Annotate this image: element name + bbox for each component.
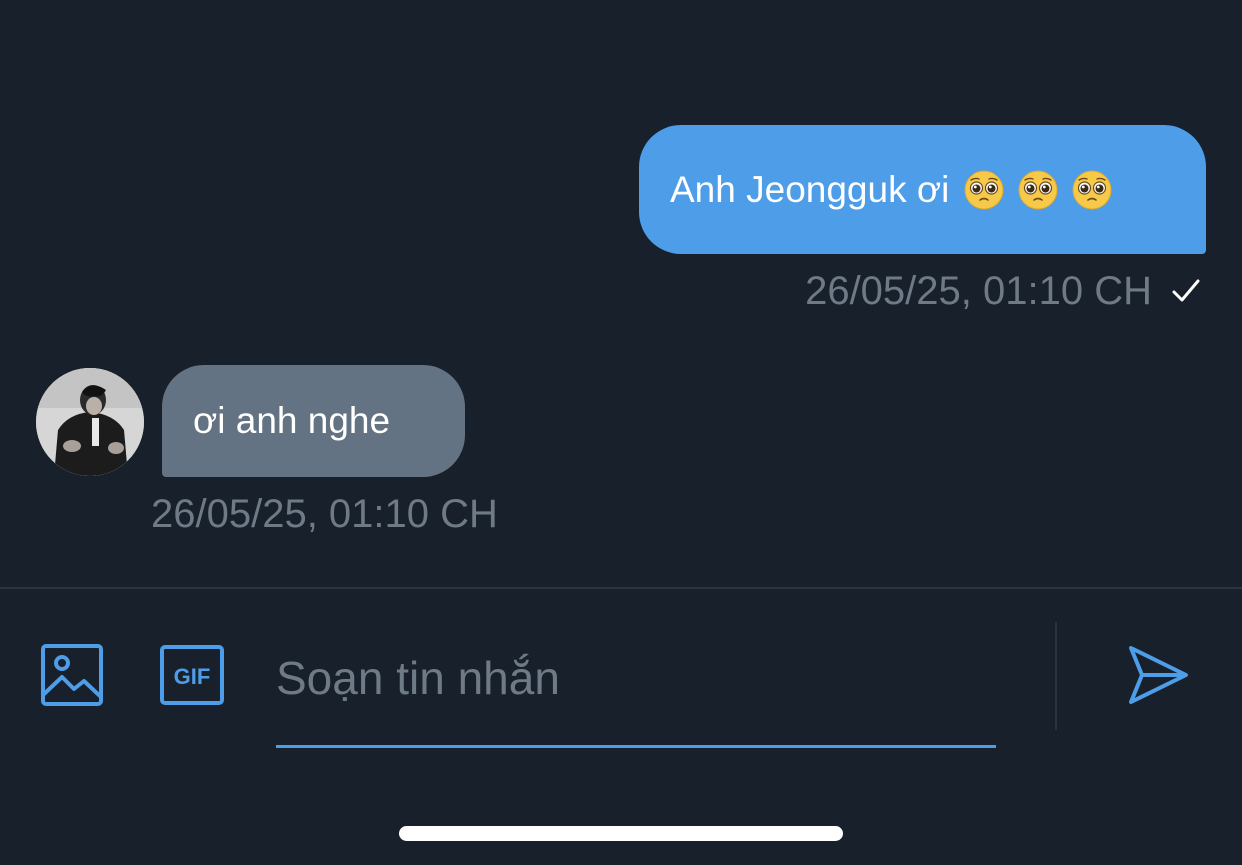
pleading-face-emoji: [1072, 170, 1112, 209]
image-button[interactable]: [40, 643, 104, 707]
image-icon: [41, 644, 103, 706]
pleading-face-emoji: [964, 170, 1004, 209]
composer-divider: [0, 587, 1242, 589]
message-input[interactable]: [276, 640, 996, 716]
avatar-photo: [36, 368, 144, 476]
gif-icon: GIF: [160, 645, 224, 705]
pleading-face-emoji: [1018, 170, 1058, 209]
received-message-timestamp: 26/05/25, 01:10 CH: [151, 491, 498, 536]
chat-screen: Anh Jeongguk ơi 26/05/25, 01:10 CH ơi an…: [0, 0, 1242, 865]
home-indicator[interactable]: [399, 826, 843, 841]
sent-message-timestamp: 26/05/25, 01:10 CH: [805, 268, 1152, 313]
gif-label: GIF: [174, 664, 211, 689]
avatar[interactable]: [36, 368, 144, 476]
gif-button[interactable]: GIF: [159, 644, 225, 706]
input-underline: [276, 745, 996, 748]
received-message-bubble[interactable]: ơi anh nghe: [162, 365, 465, 477]
sent-message-bubble[interactable]: Anh Jeongguk ơi: [639, 125, 1206, 254]
send-icon: [1129, 646, 1188, 704]
sent-message-meta: 26/05/25, 01:10 CH: [805, 266, 1202, 316]
send-button[interactable]: [1126, 643, 1190, 707]
emoji-group: [963, 169, 1113, 211]
received-message-text: ơi anh nghe: [193, 400, 391, 441]
sent-message-text: Anh Jeongguk ơi: [670, 168, 950, 210]
composer-vertical-divider: [1055, 622, 1057, 730]
received-message-meta: 26/05/25, 01:10 CH: [151, 489, 498, 539]
check-icon: [1170, 275, 1202, 307]
